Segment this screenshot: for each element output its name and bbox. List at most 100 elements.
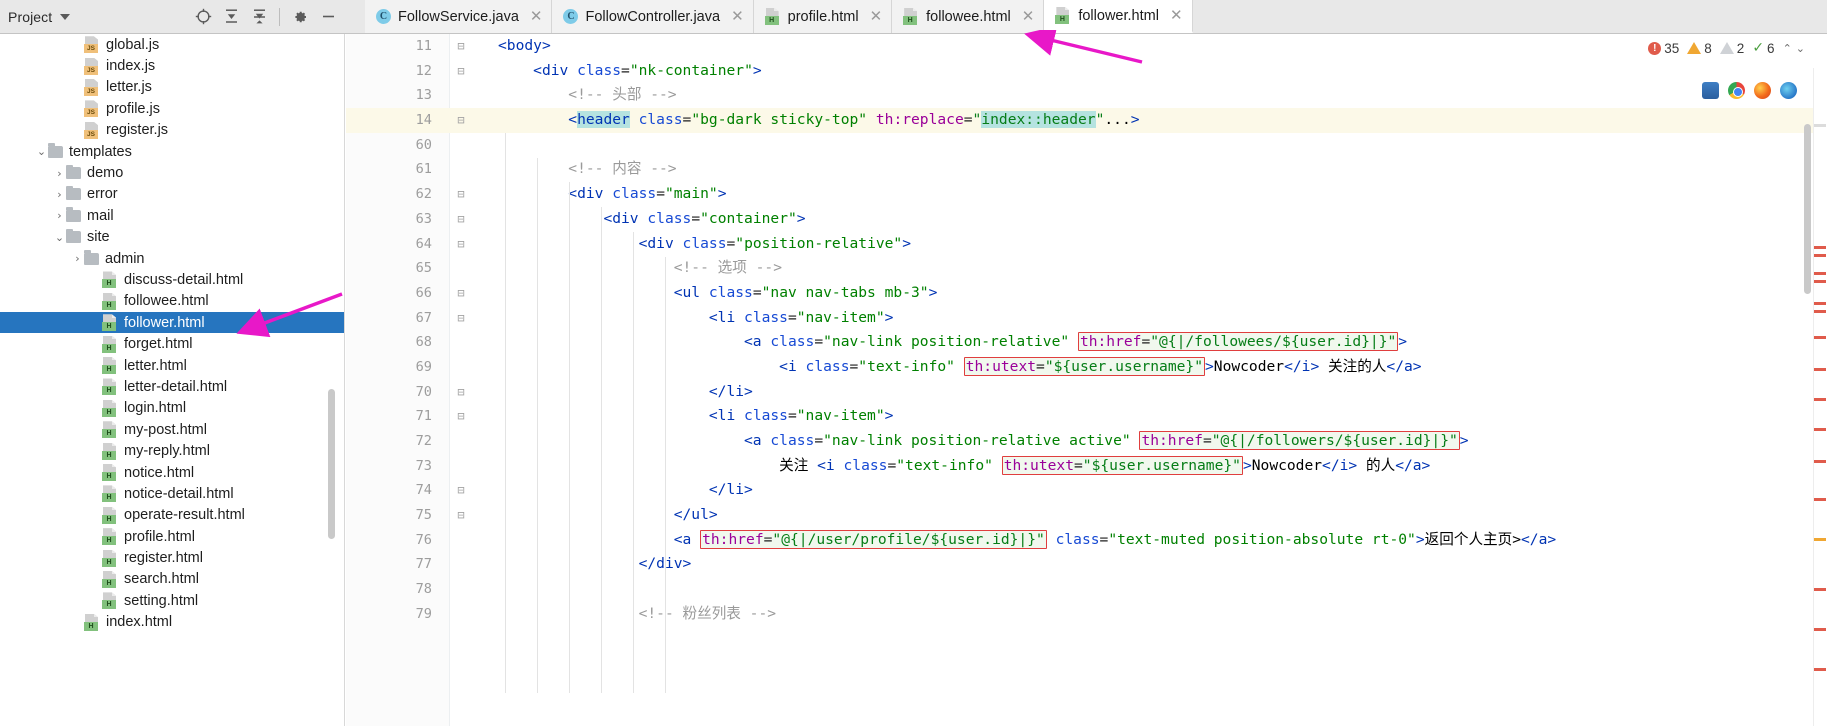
expand-all-icon[interactable] xyxy=(218,4,244,30)
close-icon[interactable]: ✕ xyxy=(870,9,883,24)
tree-item-templates[interactable]: ⌄ templates xyxy=(0,141,344,162)
editor-vertical-scrollbar[interactable] xyxy=(1804,124,1811,294)
chevron-down-icon[interactable]: ⌄ xyxy=(35,145,48,158)
tree-item-index-html[interactable]: Hindex.html xyxy=(0,612,344,633)
ie-browser-icon[interactable] xyxy=(1702,82,1719,99)
chevron-right-icon[interactable]: › xyxy=(53,167,66,180)
fold-toggle-icon[interactable]: ⊟ xyxy=(454,281,468,306)
editor-marker-bar[interactable] xyxy=(1813,68,1827,726)
edge-browser-icon[interactable] xyxy=(1780,82,1797,99)
tree-item-demo[interactable]: › demo xyxy=(0,162,344,183)
editor-tab-follower-html[interactable]: Hfollower.html ✕ xyxy=(1044,0,1193,33)
fold-toggle-icon[interactable]: ⊟ xyxy=(454,34,468,59)
code-line[interactable]: 73 关注 <i class="text-info" th:utext="${u… xyxy=(346,454,1827,479)
fold-toggle-icon[interactable]: ⊟ xyxy=(454,306,468,331)
code-line[interactable]: 66 ⊟ <ul class="nav nav-tabs mb-3"> xyxy=(346,281,1827,306)
inspection-weak-warnings[interactable]: 2 xyxy=(1719,41,1744,56)
fold-toggle-icon[interactable]: ⊟ xyxy=(454,207,468,232)
tree-item-notice-detail-html[interactable]: Hnotice-detail.html xyxy=(0,483,344,504)
code-line[interactable]: 72 <a class="nav-link position-relative … xyxy=(346,429,1827,454)
code-line[interactable]: 62 ⊟ <div class="main"> xyxy=(346,182,1827,207)
fold-toggle-icon[interactable]: ⊟ xyxy=(454,182,468,207)
code-line[interactable]: 60 xyxy=(346,133,1827,158)
locate-target-icon[interactable] xyxy=(190,4,216,30)
code-line[interactable]: 64 ⊟ <div class="position-relative"> xyxy=(346,232,1827,257)
inspection-collapse-icon[interactable]: ⌃ xyxy=(1783,42,1792,55)
close-icon[interactable]: ✕ xyxy=(731,9,744,24)
close-icon[interactable]: ✕ xyxy=(1022,9,1035,24)
fold-toggle-icon[interactable]: ⊟ xyxy=(454,404,468,429)
code-line[interactable]: 70 ⊟ </li> xyxy=(346,380,1827,405)
code-editor[interactable]: 11 ⊟ <body> 12 ⊟ <div class="nk-container"> 1… xyxy=(346,34,1827,726)
tree-item-notice-html[interactable]: Hnotice.html xyxy=(0,462,344,483)
tree-item-my-post-html[interactable]: Hmy-post.html xyxy=(0,419,344,440)
tree-item-profile-html[interactable]: Hprofile.html xyxy=(0,526,344,547)
code-line[interactable]: 69 <i class="text-info" th:utext="${user… xyxy=(346,355,1827,380)
fold-toggle-icon[interactable]: ⊟ xyxy=(454,478,468,503)
tree-item-setting-html[interactable]: Hsetting.html xyxy=(0,590,344,611)
tree-item-global-js[interactable]: JS global.js xyxy=(0,34,344,55)
inspection-summary[interactable]: ! 35 8 2 ✓ 6 ⌃ ⌄ xyxy=(1648,40,1805,56)
code-line[interactable]: 77 </div> xyxy=(346,552,1827,577)
tree-item-index-js[interactable]: JS index.js xyxy=(0,55,344,76)
chrome-browser-icon[interactable] xyxy=(1728,82,1745,99)
code-line[interactable]: 65 <!-- 选项 --> xyxy=(346,256,1827,281)
tree-item-site[interactable]: ⌄ site xyxy=(0,227,344,248)
fold-toggle-icon[interactable]: ⊟ xyxy=(454,59,468,84)
tree-item-letter-html[interactable]: Hletter.html xyxy=(0,355,344,376)
editor-tab-profile-html[interactable]: Hprofile.html ✕ xyxy=(753,0,893,33)
code-line[interactable]: 14 ⊟ <header class="bg-dark sticky-top" t… xyxy=(346,108,1827,133)
tree-item-my-reply-html[interactable]: Hmy-reply.html xyxy=(0,440,344,461)
tree-item-profile-js[interactable]: JS profile.js xyxy=(0,98,344,119)
chevron-right-icon[interactable]: › xyxy=(71,252,84,265)
tree-item-register-html[interactable]: Hregister.html xyxy=(0,547,344,568)
code-line[interactable]: 75 ⊟ </ul> xyxy=(346,503,1827,528)
settings-gear-icon[interactable] xyxy=(287,4,313,30)
tree-item-error[interactable]: › error xyxy=(0,184,344,205)
tree-item-search-html[interactable]: Hsearch.html xyxy=(0,569,344,590)
tree-item-letter-detail-html[interactable]: Hletter-detail.html xyxy=(0,376,344,397)
tree-item-admin[interactable]: › admin xyxy=(0,248,344,269)
inspection-errors[interactable]: ! 35 xyxy=(1648,41,1679,56)
minimize-icon[interactable] xyxy=(315,4,341,30)
browser-preview-bar[interactable] xyxy=(1702,82,1797,99)
code-line[interactable]: 61 <!-- 内容 --> xyxy=(346,157,1827,182)
tree-item-follower-html[interactable]: Hfollower.html xyxy=(0,312,344,334)
fold-toggle-icon[interactable]: ⊟ xyxy=(454,232,468,257)
code-line[interactable]: 12 ⊟ <div class="nk-container"> xyxy=(346,59,1827,84)
fold-toggle-icon[interactable]: ⊟ xyxy=(454,380,468,405)
editor-code-area[interactable]: 11 ⊟ <body> 12 ⊟ <div class="nk-container"> 1… xyxy=(346,34,1827,726)
close-icon[interactable]: ✕ xyxy=(1170,8,1183,23)
tree-item-forget-html[interactable]: Hforget.html xyxy=(0,333,344,354)
tree-item-mail[interactable]: › mail xyxy=(0,205,344,226)
code-line[interactable]: 78 xyxy=(346,577,1827,602)
inspection-warnings[interactable]: 8 xyxy=(1687,41,1712,56)
chevron-right-icon[interactable]: › xyxy=(53,209,66,222)
code-line[interactable]: 11 ⊟ <body> xyxy=(346,34,1827,59)
project-tree[interactable]: JS global.js JS index.js JS letter.js JS profil… xyxy=(0,34,345,726)
code-line[interactable]: 76 <a th:href="@{|/user/profile/${user.i… xyxy=(346,528,1827,553)
tree-item-letter-js[interactable]: JS letter.js xyxy=(0,77,344,98)
chevron-down-icon[interactable] xyxy=(60,13,71,20)
editor-tab-FollowController-java[interactable]: C FollowController.java ✕ xyxy=(552,0,754,33)
chevron-right-icon[interactable]: › xyxy=(53,188,66,201)
project-tree-scrollbar[interactable] xyxy=(328,389,335,539)
editor-tab-followee-html[interactable]: Hfollowee.html ✕ xyxy=(892,0,1045,33)
code-line[interactable]: 79 <!-- 粉丝列表 --> xyxy=(346,602,1827,627)
fold-toggle-icon[interactable]: ⊟ xyxy=(454,108,468,133)
tree-item-register-js[interactable]: JS register.js xyxy=(0,120,344,141)
chevron-down-icon[interactable]: ⌄ xyxy=(53,231,66,244)
code-line[interactable]: 63 ⊟ <div class="container"> xyxy=(346,207,1827,232)
code-line[interactable]: 68 <a class="nav-link position-relative"… xyxy=(346,330,1827,355)
code-line[interactable]: 74 ⊟ </li> xyxy=(346,478,1827,503)
inspection-expand-icon[interactable]: ⌄ xyxy=(1796,42,1805,55)
code-line[interactable]: 67 ⊟ <li class="nav-item"> xyxy=(346,306,1827,331)
code-line[interactable]: 71 ⊟ <li class="nav-item"> xyxy=(346,404,1827,429)
tree-item-followee-html[interactable]: Hfollowee.html xyxy=(0,291,344,312)
inspection-typos[interactable]: ✓ 6 xyxy=(1752,40,1774,56)
tree-item-login-html[interactable]: Hlogin.html xyxy=(0,398,344,419)
close-icon[interactable]: ✕ xyxy=(530,9,543,24)
editor-tab-FollowService-java[interactable]: C FollowService.java ✕ xyxy=(365,0,553,33)
fold-toggle-icon[interactable]: ⊟ xyxy=(454,503,468,528)
tree-item-discuss-detail-html[interactable]: Hdiscuss-detail.html xyxy=(0,269,344,290)
